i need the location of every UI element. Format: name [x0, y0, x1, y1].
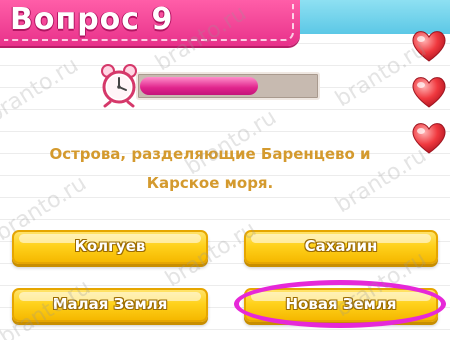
answer-button-1[interactable]: Колгуев: [12, 230, 208, 264]
answer-label: Колгуев: [74, 237, 146, 255]
question-text: Острова, разделяющие Баренцево и Карское…: [20, 140, 400, 198]
timer: [96, 62, 320, 108]
heart-icon: [412, 123, 446, 154]
answer-label: Новая Земля: [285, 295, 397, 313]
question-number-title: Вопрос 9: [10, 2, 174, 37]
question-line-2: Карское моря.: [146, 174, 274, 192]
heart-icon: [412, 77, 446, 108]
answer-button-4[interactable]: Новая Земля: [244, 288, 438, 322]
answer-label: Сахалин: [304, 237, 378, 255]
question-header-banner: Вопрос 9: [0, 0, 300, 46]
answer-button-2[interactable]: Сахалин: [244, 230, 438, 264]
heart-icon: [412, 31, 446, 62]
timer-fill: [140, 77, 258, 95]
question-line-1: Острова, разделяющие Баренцево и: [49, 145, 371, 163]
answer-label: Малая Земля: [52, 295, 168, 313]
watermark-text: branto.ru: [0, 52, 83, 129]
answer-button-3[interactable]: Малая Земля: [12, 288, 208, 322]
timer-track: [136, 72, 320, 100]
lives-panel: [410, 28, 450, 168]
